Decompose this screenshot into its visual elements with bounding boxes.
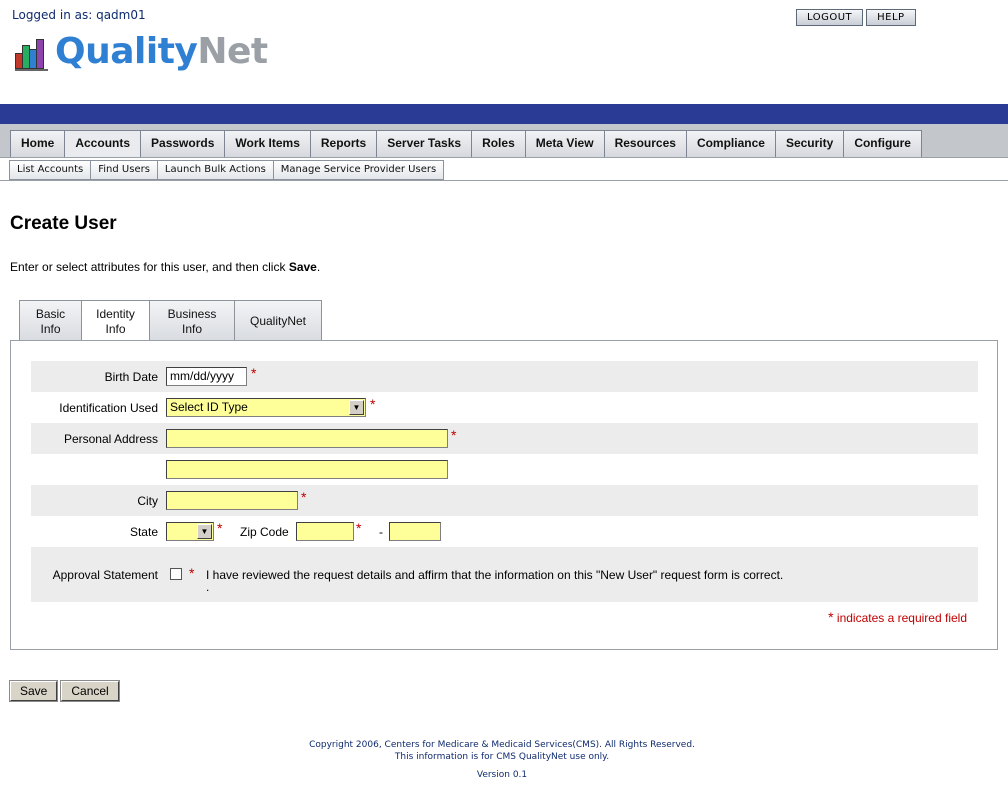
form-tab-label: Basic: [35, 307, 66, 321]
top-buttons: LOGOUT HELP: [796, 9, 916, 26]
row-approval: Approval Statement * I have reviewed the…: [31, 547, 978, 602]
logo-quality: Quality: [55, 31, 198, 72]
zip-code-label: Zip Code: [240, 525, 289, 539]
approval-statement-dot: .: [206, 580, 210, 594]
nav-tab-passwords[interactable]: Passwords: [140, 130, 226, 157]
form-tab-label: Business: [167, 307, 217, 321]
sub-nav: List Accounts Find Users Launch Bulk Act…: [0, 157, 1008, 181]
nav-tab-roles[interactable]: Roles: [471, 130, 526, 157]
row-city: City *: [31, 485, 978, 516]
cancel-button[interactable]: Cancel: [60, 680, 120, 702]
row-state-zip: State ▼ * Zip Code * -: [31, 516, 978, 547]
form-tab-basic-info[interactable]: Basic Info: [19, 300, 82, 341]
instructions-text: Enter or select attributes for this user…: [10, 260, 289, 274]
logo-net: Net: [197, 31, 268, 72]
form-tab-business-info[interactable]: Business Info: [149, 300, 235, 341]
qualitynet-logo-icon: [15, 35, 49, 71]
footer-usage: This information is for CMS QualityNet u…: [394, 752, 610, 762]
nav-tab-security[interactable]: Security: [774, 130, 845, 157]
nav-tab-configure[interactable]: Configure: [843, 130, 922, 157]
birth-date-input[interactable]: mm/dd/yyyy: [166, 367, 247, 386]
sub-tab-launch-bulk-actions[interactable]: Launch Bulk Actions: [156, 160, 274, 180]
city-input[interactable]: [166, 491, 298, 510]
identification-used-label: Identification Used: [59, 401, 158, 415]
sub-tab-manage-service-provider-users[interactable]: Manage Service Provider Users: [272, 160, 445, 180]
zip-dash: -: [379, 525, 383, 539]
required-marker: *: [451, 427, 457, 443]
header-band: [0, 104, 1008, 124]
approval-checkbox[interactable]: [170, 568, 182, 580]
nav-tab-server-tasks[interactable]: Server Tasks: [376, 130, 473, 157]
select-dropdown-arrow-icon[interactable]: ▼: [197, 524, 212, 539]
form-tab-label: QualityNet: [249, 314, 307, 328]
sub-tab-find-users[interactable]: Find Users: [90, 160, 158, 180]
page-title: Create User: [10, 213, 117, 234]
approval-statement-label: Approval Statement: [52, 568, 158, 582]
instructions-save: Save: [288, 260, 317, 274]
nav-tab-accounts[interactable]: Accounts: [64, 130, 142, 157]
nav-tab-meta-view[interactable]: Meta View: [524, 130, 605, 157]
required-marker: *: [189, 565, 195, 581]
state-label: State: [129, 525, 158, 539]
required-marker: *: [828, 609, 834, 625]
required-field-note: * indicates a required field: [828, 609, 967, 625]
identity-info-panel: Birth Date mm/dd/yyyy * Identification U…: [10, 340, 998, 650]
required-marker: *: [301, 489, 307, 505]
nav-tab-home[interactable]: Home: [10, 130, 66, 157]
row-birth-date: Birth Date mm/dd/yyyy *: [31, 361, 978, 392]
footer-copyright: Copyright 2006, Centers for Medicare & M…: [309, 740, 695, 750]
required-marker: *: [370, 396, 376, 412]
row-address-line2: [31, 454, 978, 485]
required-marker: *: [356, 520, 362, 536]
birth-date-label: Birth Date: [104, 370, 158, 384]
state-select[interactable]: ▼: [166, 522, 214, 541]
identification-select[interactable]: Select ID Type ▼: [166, 398, 366, 417]
form-tab-label: Info: [181, 322, 202, 336]
form-tab-label: Info: [40, 322, 61, 336]
row-identification: Identification Used Select ID Type ▼ *: [31, 392, 978, 423]
logged-in-text: Logged in as: qadm01: [12, 8, 146, 22]
instructions: Enter or select attributes for this user…: [10, 260, 320, 274]
select-dropdown-arrow-icon[interactable]: ▼: [349, 400, 364, 415]
logout-button[interactable]: LOGOUT: [796, 9, 864, 26]
nav-tab-compliance[interactable]: Compliance: [685, 130, 776, 157]
instructions-end: .: [316, 260, 321, 274]
required-marker: *: [251, 365, 257, 381]
help-button[interactable]: HELP: [866, 9, 916, 26]
save-button[interactable]: Save: [8, 680, 59, 702]
form-tab-label: Identity: [96, 307, 135, 321]
nav-tab-reports[interactable]: Reports: [309, 130, 378, 157]
required-note-text: indicates a required field: [836, 611, 967, 625]
main-nav: Home Accounts Passwords Work Items Repor…: [0, 124, 1008, 157]
address-line1-input[interactable]: [166, 429, 448, 448]
form-tabs: Basic Info Identity Info Business Info Qual…: [19, 300, 322, 342]
personal-address-label: Personal Address: [63, 432, 158, 446]
row-personal-address: Personal Address *: [31, 423, 978, 454]
address-line2-input[interactable]: [166, 460, 448, 479]
zip-extension-input[interactable]: [389, 522, 441, 541]
qualitynet-logo: QualityNet: [15, 33, 268, 71]
zip-code-input[interactable]: [296, 522, 354, 541]
form-actions: Save Cancel: [8, 680, 120, 702]
sub-tab-list-accounts[interactable]: List Accounts: [9, 160, 92, 180]
form-tab-qualitynet[interactable]: QualityNet: [234, 300, 322, 341]
logo-wordmark: QualityNet: [55, 33, 268, 71]
approval-statement-text: I have reviewed the request details and …: [206, 568, 784, 582]
nav-tab-resources[interactable]: Resources: [603, 130, 687, 157]
footer-version: Version 0.1: [476, 770, 528, 780]
required-marker: *: [217, 520, 223, 536]
form-tab-identity-info[interactable]: Identity Info: [81, 300, 150, 342]
city-label: City: [137, 494, 158, 508]
nav-tab-work-items[interactable]: Work Items: [224, 130, 311, 157]
form-tab-label: Info: [105, 322, 126, 336]
identification-select-value: Select ID Type: [170, 400, 248, 414]
